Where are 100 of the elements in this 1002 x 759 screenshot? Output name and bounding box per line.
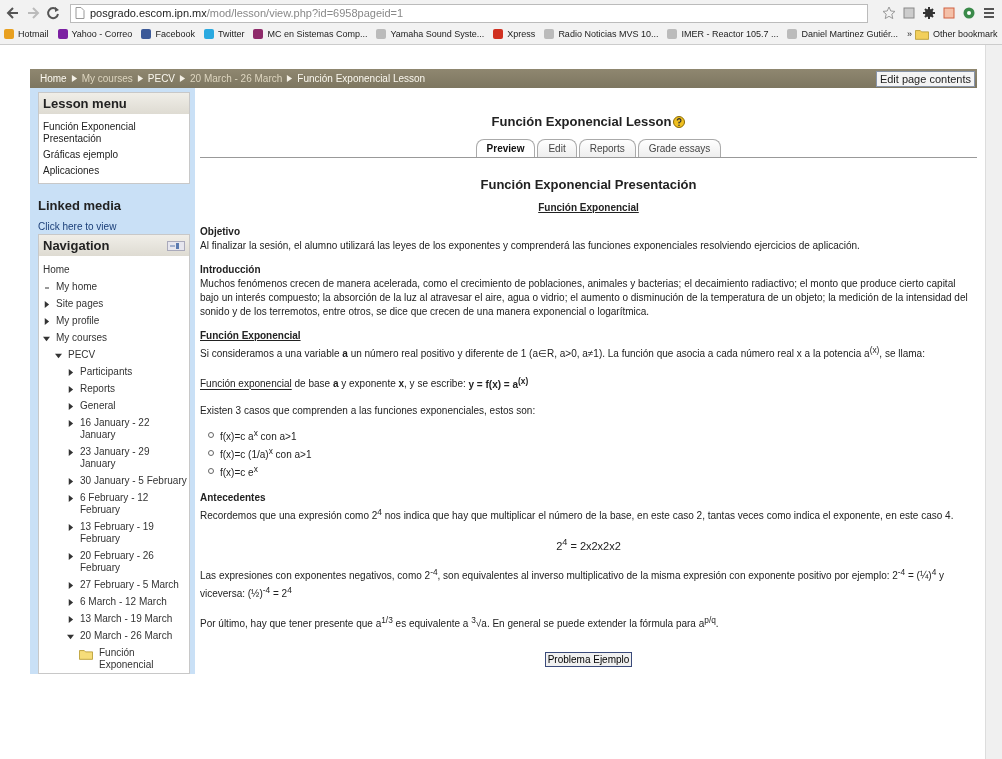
star-icon[interactable] [882, 6, 896, 20]
nav-item[interactable]: 20 February - 26 February [80, 550, 187, 574]
caret-right-icon[interactable] [67, 478, 74, 485]
bookmark[interactable]: Xpress [493, 29, 536, 39]
extension-icon[interactable] [962, 6, 976, 20]
paragraph: Existen 3 casos que comprenden a las funciones exponenciales, estos son: [200, 403, 537, 418]
nav-item[interactable]: Reports [80, 383, 115, 395]
caret-right-icon[interactable] [43, 318, 50, 325]
nav-item[interactable]: Site pages [56, 298, 104, 310]
block-header: Navigation [43, 238, 110, 253]
paragraph: Muchos fenómenos crecen de manera acelerada, como el crecimiento de poblaciones, animales y bacterias; el decaimiento radiactivo; el monto que produce cierto capital bajo un interés compuesto; la absorción de la luz al atravesar el aire, agua o vidrio; el aumento o disminución de la temperatura de un objeto; la medición de la intensidad del sonido y de los terremotos, entre otros, se dice que crecen de una manera exponencial o logarítmica. [200, 277, 969, 319]
paragraph: Al finalizar la sesión, el alumno utilizará las leyes de los exponentes y comprenderá las funciones exponenciales resolviendo ejercicios de aplicación. [200, 239, 861, 253]
caret-right-icon[interactable] [67, 582, 74, 589]
equation: 2$^{4}$ = 2x2x2x2 [556, 539, 621, 552]
nav-item[interactable]: My profile [56, 315, 100, 327]
bookmark[interactable]: IMER - Reactor 105.7 ... [667, 29, 779, 39]
bookmark[interactable]: Hotmail [4, 29, 49, 39]
caret-down-icon[interactable] [43, 335, 50, 342]
nav-item[interactable]: PECV [68, 349, 96, 361]
separator-icon [286, 75, 294, 82]
caret-down-icon[interactable] [55, 352, 62, 359]
page-subtitle: Función Exponencial [537, 201, 640, 215]
nav-item[interactable]: 6 March - 12 March [80, 596, 167, 608]
nav-item[interactable]: Home [43, 264, 70, 276]
section-heading: Función Exponencial [200, 329, 302, 343]
paragraph: Por último, hay que tener presente que a$^{1/3}$ es equivalente a $^{3}$√a. En general se puede extender la fórmula para a$^{p/q}$. [200, 614, 720, 632]
nav-item[interactable]: 6 February - 12 February [80, 492, 187, 516]
section-heading: Objetivo [200, 225, 241, 239]
paragraph: de base a y exponente x, y se escribe: y = f(x) = a$^{(x)}$ [293, 378, 529, 390]
caret-right-icon[interactable] [67, 403, 74, 410]
caret-right-icon[interactable] [43, 301, 50, 308]
gear-icon[interactable] [922, 6, 936, 20]
section-heading: Introducción [200, 263, 262, 277]
folder-icon [915, 28, 930, 40]
separator-icon [70, 75, 78, 82]
caret-right-icon[interactable] [67, 420, 74, 427]
lesson-title: Función Exponencial Lesson [491, 114, 672, 129]
bookmark[interactable]: MC en Sistemas Comp... [253, 29, 368, 39]
caret-right-icon[interactable] [67, 495, 74, 502]
folder-icon [79, 649, 93, 660]
separator-icon [136, 75, 144, 82]
breadcrumb-link[interactable]: Función Exponencial Lesson [297, 73, 426, 84]
bookmarks-overflow[interactable]: » [907, 29, 913, 39]
nav-item[interactable]: 20 March - 26 March [80, 630, 173, 642]
nav-item[interactable]: 30 January - 5 February [80, 475, 187, 487]
section-title: Linked media [38, 198, 123, 213]
tab[interactable]: Edit [537, 139, 577, 157]
caret-right-icon[interactable] [67, 449, 74, 456]
lesson-menu-item[interactable]: Función Exponencial Presentación [43, 119, 185, 147]
help-icon[interactable] [673, 115, 686, 128]
separator-icon [179, 75, 187, 82]
reload-icon[interactable] [46, 6, 60, 20]
tab[interactable]: Preview [475, 139, 536, 157]
link[interactable]: Función exponencial [200, 378, 292, 390]
address-bar[interactable]: posgrado.escom.ipn.mx/mod/lesson/view.php?id=6958pageid=1 [70, 3, 868, 23]
page-title: Función Exponencial Presentación [479, 178, 698, 192]
nav-item[interactable]: 13 March - 19 March [80, 613, 173, 625]
menu-icon[interactable] [982, 6, 996, 20]
bookmark[interactable]: Facebook [141, 29, 195, 39]
nav-item[interactable]: General [80, 400, 116, 412]
dock-icon[interactable] [167, 240, 185, 251]
lesson-menu-item[interactable]: Aplicaciones [43, 163, 185, 179]
caret-right-icon[interactable] [67, 386, 74, 393]
tab[interactable]: Grade essays [637, 139, 722, 157]
paragraph: Las expresiones con exponentes negativos, como 2$^{-4}$, son equivalentes al inverso multiplicativo de la misma expresión con exponente positivo por ejemplo: 2$^{-4}$ = (¼)$^{4}$ y viceversa: (½)$^{-4}$ = 2$^{4}$ [200, 565, 946, 602]
bookmark-folder[interactable]: Other bookmark [915, 28, 998, 40]
nav-item[interactable]: 16 January - 22 January [80, 417, 187, 441]
lesson-menu-item[interactable]: Gráficas ejemplo [43, 147, 185, 163]
block-header: Lesson menu [39, 93, 189, 114]
bookmark[interactable]: Radio Noticias MVS 10... [544, 29, 659, 39]
list-item: f(x)=c e$^{x}$ [220, 463, 258, 481]
caret-right-icon[interactable] [67, 553, 74, 560]
caret-right-icon[interactable] [67, 599, 74, 606]
caret-right-icon[interactable] [67, 369, 74, 376]
caret-down-icon[interactable] [67, 633, 74, 640]
section-heading: Antecedentes [200, 490, 267, 505]
bookmark[interactable]: Daniel Martinez Gutiér... [787, 29, 898, 39]
nav-item[interactable]: 13 February - 19 February [80, 521, 187, 545]
view-link[interactable]: Click here to view [38, 221, 190, 232]
bookmark[interactable]: Yahoo - Correo [57, 29, 133, 39]
scrollbar[interactable] [985, 45, 1002, 759]
caret-right-icon[interactable] [67, 616, 74, 623]
nav-item[interactable]: My home [56, 281, 98, 293]
example-button[interactable]: Problema Ejemplo [544, 651, 633, 667]
caret-right-icon[interactable] [67, 524, 74, 531]
bookmark[interactable]: Twitter [203, 29, 245, 39]
back-icon[interactable] [6, 6, 20, 20]
edit-page-button[interactable]: Edit page contents [875, 70, 975, 87]
nav-item[interactable]: My courses [56, 332, 108, 344]
list-item: f(x)=c a$^{x}$ con a>1 [220, 426, 297, 444]
nav-item[interactable]: Participants [80, 366, 133, 378]
breadcrumb-link[interactable]: Home [40, 73, 67, 84]
nav-item[interactable]: 23 January - 29 January [80, 446, 187, 470]
list-item: f(x)=c (1/a)$^{x}$ con a>1 [220, 445, 312, 463]
paragraph: Si consideramos a una variable a un número real positivo y diferente de 1 (a∈R, a>0, a≠1). La función que asocia a cada número real x a la potencia a$^{(x)}$, se llama: [200, 344, 926, 362]
tab[interactable]: Reports [578, 139, 636, 157]
bookmark[interactable]: Yamaha Sound Syste... [376, 29, 485, 39]
breadcrumb-link[interactable]: PECV [147, 73, 176, 84]
nav-item[interactable]: 27 February - 5 March [80, 579, 179, 591]
nav-item[interactable]: Función Exponencial [99, 647, 187, 671]
